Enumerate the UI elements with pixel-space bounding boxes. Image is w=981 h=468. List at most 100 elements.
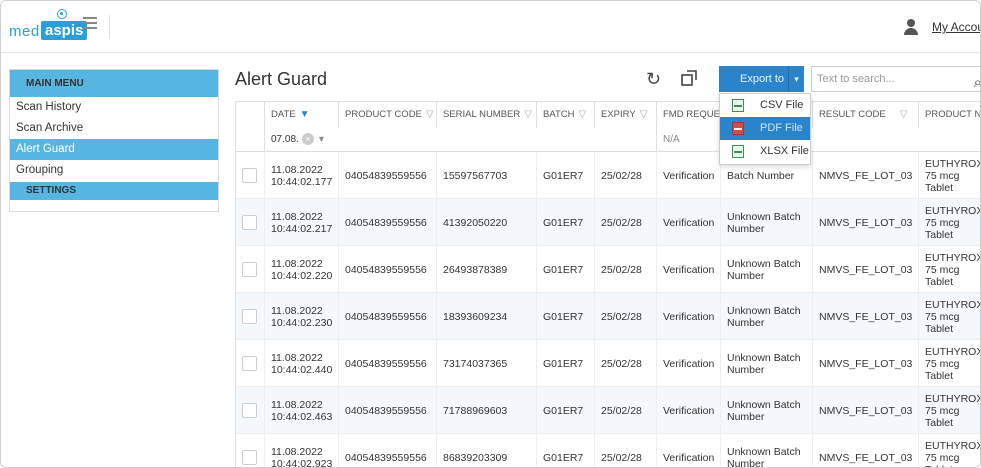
cell-product-name: EUTHYROX 75 mcg Tablet (918, 152, 980, 199)
logo-med: med (9, 23, 40, 40)
cell-date-time: 10:44:02.177 (271, 175, 333, 188)
cell-alert: Unknown Batch Number (720, 340, 812, 387)
cell-expiry-text: 25/02/28 (601, 216, 642, 229)
filter-icon[interactable]: ▽ (900, 109, 908, 120)
cell-alert-text: Unknown Batch Number (727, 351, 801, 376)
cell-batch-text: G01ER7 (543, 263, 584, 276)
column-serial-number[interactable]: SERIAL NUMBER ▽ (436, 102, 536, 128)
cell-alert-text: Unknown Batch Number (727, 445, 801, 468)
date-filter-value[interactable]: 07.08. × ▾ (264, 128, 338, 152)
cell-serial-number-text: 73174037365 (443, 357, 508, 370)
user-icon (904, 19, 918, 35)
export-pdf-label: PDF File (760, 122, 803, 134)
row-checkbox[interactable] (242, 168, 257, 183)
column-batch[interactable]: BATCH ▽ (536, 102, 594, 128)
cell-fmd-request-text: Verification (663, 357, 715, 370)
export-pdf-item[interactable]: PDF File (720, 117, 810, 140)
cell-date-day: 11.08.2022 (271, 445, 323, 458)
cell-expiry: 25/02/28 (594, 434, 656, 467)
cell-product-name-text: EUTHYROX 75 mcg Tablet (925, 345, 981, 382)
row-checkbox[interactable] (242, 262, 257, 277)
cell-fmd-request-text: Verification (663, 216, 715, 229)
cell-result-code: NMVS_FE_LOT_03 (812, 246, 918, 293)
sidebar-item-scan-archive[interactable]: Scan Archive (10, 118, 218, 139)
cell-product-name: EUTHYROX 75 mcg Tablet (918, 387, 980, 434)
search-icon[interactable]: ⌕ (974, 71, 980, 95)
cell-product-code-text: 04054839559556 (345, 357, 427, 370)
table-row[interactable]: 11.08.2022 10:44:02.177 04054839559556 1559… (236, 152, 980, 199)
cell-expiry: 25/02/28 (594, 246, 656, 293)
cell-fmd-request: Verification (656, 246, 720, 293)
cell-product-code: 04054839559556 (338, 199, 436, 246)
export-csv-item[interactable]: CSV File (720, 94, 810, 117)
cell-fmd-request: Verification (656, 340, 720, 387)
settings-header[interactable]: SETTINGS (10, 182, 218, 200)
header-divider (109, 15, 110, 39)
alerts-table: DATE ▼ PRODUCT CODE ▽ SERIAL NUMBER ▽ BATCH… (235, 101, 981, 468)
cell-date-time: 10:44:02.440 (271, 363, 333, 376)
cell-alert-text: Batch Number (727, 169, 795, 182)
cell-fmd-request: Verification (656, 434, 720, 467)
table-row[interactable]: 11.08.2022 10:44:02.463 04054839559556 7178… (236, 387, 980, 434)
chevron-down-icon[interactable]: ▾ (788, 66, 804, 92)
cell-date-time: 10:44:02.230 (271, 316, 333, 329)
page-title: Alert Guard (235, 69, 328, 89)
cell-result-code: NMVS_FE_LOT_03 (812, 152, 918, 199)
table-row[interactable]: 11.08.2022 10:44:02.923 04054839559556 8683… (236, 434, 980, 468)
cell-serial-number: 71788969603 (436, 387, 536, 434)
sidebar: MAIN MENU Scan History Scan Archive Aler… (9, 69, 219, 212)
row-checkbox[interactable] (242, 215, 257, 230)
cell-serial-number: 41392050220 (436, 199, 536, 246)
cell-batch-text: G01ER7 (543, 357, 584, 370)
column-fmd-request[interactable]: FMD REQUEST (656, 102, 720, 128)
row-checkbox[interactable] (242, 403, 257, 418)
csv-file-icon (732, 99, 744, 112)
export-button[interactable]: Export to ▾ (719, 66, 804, 92)
column-expiry[interactable]: EXPIRY ▽ (594, 102, 656, 128)
cell-alert-text: Unknown Batch Number (727, 210, 801, 235)
column-product-code[interactable]: PRODUCT CODE ▽ (338, 102, 436, 128)
filter-icon[interactable]: ▽ (426, 109, 434, 120)
chevron-down-icon[interactable]: ▾ (319, 134, 324, 145)
row-checkbox[interactable] (242, 450, 257, 465)
export-button-label: Export to (740, 73, 785, 85)
filter-icon[interactable]: ▽ (524, 109, 532, 120)
row-checkbox[interactable] (242, 356, 257, 371)
filter-icon[interactable]: ▽ (579, 109, 587, 120)
sidebar-item-alert-guard[interactable]: Alert Guard (10, 139, 218, 160)
sidebar-item-scan-history[interactable]: Scan History (10, 97, 218, 118)
column-product-name[interactable]: PRODUCT NAME (918, 102, 980, 128)
cell-product-code: 04054839559556 (338, 387, 436, 434)
cell-fmd-request-text: Verification (663, 263, 715, 276)
column-date[interactable]: DATE ▼ (264, 102, 338, 128)
column-result-code[interactable]: RESULT CODE ▽ (812, 102, 918, 128)
hamburger-menu-icon[interactable] (83, 17, 97, 29)
sidebar-item-grouping[interactable]: Grouping (10, 160, 218, 181)
column-expiry-label: EXPIRY (601, 109, 636, 120)
table-row[interactable]: 11.08.2022 10:44:02.230 04054839559556 1839… (236, 293, 980, 340)
table-row[interactable]: 11.08.2022 10:44:02.220 04054839559556 2649… (236, 246, 980, 293)
cell-result-code: NMVS_FE_LOT_03 (812, 434, 918, 467)
popout-icon[interactable] (681, 70, 697, 86)
table-row[interactable]: 11.08.2022 10:44:02.217 04054839559556 4139… (236, 199, 980, 246)
user-account[interactable]: My Account (904, 15, 980, 39)
fmd-filter-value[interactable]: N/A (656, 128, 720, 152)
clear-icon[interactable]: × (301, 133, 314, 145)
row-checkbox[interactable] (242, 309, 257, 324)
cell-result-code-text: NMVS_FE_LOT_03 (819, 357, 913, 370)
table-row[interactable]: 11.08.2022 10:44:02.440 04054839559556 7317… (236, 340, 981, 387)
cell-fmd-request: Verification (656, 387, 720, 434)
cell-result-code: NMVS_FE_LOT_03 (812, 387, 918, 434)
cell-batch-text: G01ER7 (543, 310, 584, 323)
cell-date-time: 10:44:02.463 (271, 410, 333, 423)
refresh-icon[interactable]: ↻ (646, 69, 661, 90)
my-account-link[interactable]: My Account (932, 20, 980, 34)
filter-icon[interactable]: ▼ (300, 109, 310, 120)
search-input[interactable]: Text to search... ⌕ (811, 66, 980, 95)
export-xlsx-item[interactable]: XLSX File (720, 140, 810, 163)
app-window: med aspis My Account MAIN MENU Scan Hist… (0, 0, 981, 468)
cell-batch-text: G01ER7 (543, 216, 584, 229)
column-result-label: RESULT CODE (819, 109, 886, 120)
filter-icon[interactable]: ▽ (640, 109, 648, 120)
cell-product-code-text: 04054839559556 (345, 404, 427, 417)
